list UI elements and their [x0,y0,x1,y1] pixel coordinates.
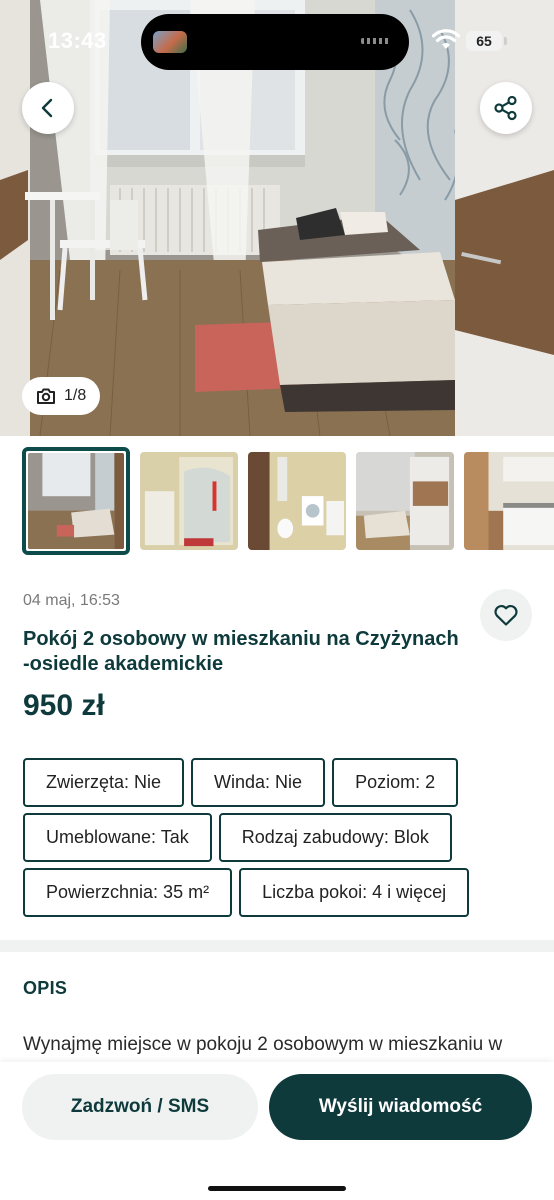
call-sms-button[interactable]: Zadzwoń / SMS [22,1074,258,1140]
section-divider [0,940,554,952]
share-button[interactable] [480,82,532,134]
listing-date: 04 maj, 16:53 [23,592,120,609]
favorite-button[interactable] [480,589,532,641]
status-time: 13:43 [48,28,107,53]
battery-indicator: 65 [466,31,507,51]
attribute-chip-rooms: Liczba pokoi: 4 i więcej [239,868,470,917]
thumbnail-shower-image [140,452,238,550]
status-bar: 13:43 65 [0,0,554,80]
back-button[interactable] [22,82,74,134]
photo-counter[interactable]: 1/8 [22,377,101,415]
thumbnail-2[interactable] [140,452,238,550]
action-bar: Zadzwoń / SMS Wyślij wiadomość [0,1062,554,1200]
attribute-chip-elevator: Winda: Nie [191,758,326,807]
thumbnail-bedroom-wardrobe-image [356,452,454,550]
description-heading: OPIS [23,978,68,998]
listing-title: Pokój 2 osobowy w mieszkaniu na Czyżynac… [23,628,459,675]
attribute-row: Zwierzęta: Nie Winda: Nie Poziom: 2 [23,758,533,807]
description-text: Wynajmę miejsce w pokoju 2 osobowym w mi… [23,1034,503,1055]
photo-counter-text: 1/8 [64,387,87,404]
attribute-row: Powierzchnia: 35 m² Liczba pokoi: 4 i wi… [23,868,533,917]
thumbnail-5[interactable] [464,452,554,550]
thumbnail-4[interactable] [356,452,454,550]
attribute-row: Umeblowane: Tak Rodzaj zabudowy: Blok [23,813,533,862]
thumbnail-kitchen-image [464,452,554,550]
camera-icon [37,388,55,404]
attribute-chips: Zwierzęta: Nie Winda: Nie Poziom: 2 Umeb… [23,758,533,923]
activity-indicator [361,38,391,44]
thumbnail-bedroom-image [28,453,124,549]
main-photo[interactable]: 13:43 65 1/8 [0,0,554,436]
listing-price: 950 zł [23,689,105,722]
thumbnail-1[interactable] [22,447,130,555]
thumbnail-3[interactable] [248,452,346,550]
attribute-chip-building-type: Rodzaj zabudowy: Blok [218,813,452,862]
heart-icon [494,604,518,626]
home-indicator [208,1186,346,1191]
now-playing-thumbnail [153,31,187,53]
dynamic-island [141,14,409,70]
thumbnail-bathroom-image [248,452,346,550]
attribute-chip-area: Powierzchnia: 35 m² [23,868,233,917]
chevron-left-icon [41,98,53,118]
wifi-icon [432,29,460,49]
share-icon [494,95,517,121]
attribute-chip-pets: Zwierzęta: Nie [23,758,185,807]
thumbnail-strip[interactable] [0,436,554,566]
attribute-chip-furnished: Umeblowane: Tak [23,813,212,862]
attribute-chip-floor: Poziom: 2 [332,758,459,807]
send-message-button[interactable]: Wyślij wiadomość [269,1074,532,1140]
